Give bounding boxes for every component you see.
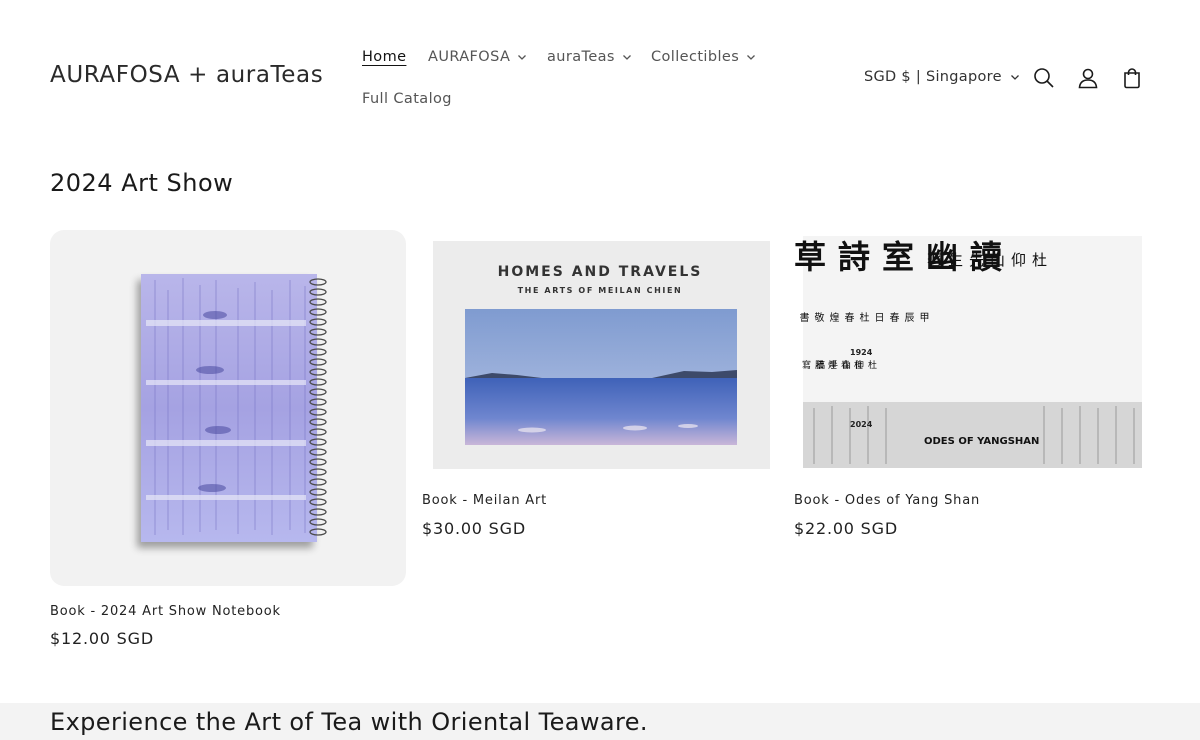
promo-banner: Experience the Art of Tea with Oriental …: [0, 703, 1200, 740]
product-title[interactable]: Book - Meilan Art: [422, 493, 547, 508]
chevron-down-icon: [622, 55, 631, 60]
nav-item-label: Full Catalog: [362, 91, 452, 107]
currency-selector[interactable]: SGD $ | Singapore: [864, 69, 1020, 85]
chevron-down-icon: [747, 55, 756, 60]
chevron-down-icon: [1010, 75, 1019, 80]
search-button[interactable]: [1030, 64, 1058, 92]
cover-chinese-small-a: 杜仰山手稿: [814, 360, 876, 369]
cover-year-end: 2024: [850, 420, 873, 429]
nav-item-label: Home: [362, 49, 407, 65]
nav-item-aurafosa[interactable]: AURAFOSA: [428, 49, 527, 65]
nav-item-collectibles[interactable]: Collectibles: [651, 49, 756, 65]
cover-chinese-small-b: 杜春煌謄寫: [800, 360, 862, 369]
cover-title: HOMES AND TRAVELS: [497, 264, 703, 280]
cart-button[interactable]: [1118, 64, 1146, 92]
notebook-cover-image: [141, 274, 327, 542]
nav-item-full-catalog[interactable]: Full Catalog: [362, 91, 452, 107]
product-price: $30.00 SGD: [422, 519, 526, 538]
section-title: 2024 Art Show: [50, 169, 234, 197]
nav-item-label: AURAFOSA: [428, 49, 511, 65]
nav-item-label: auraTeas: [547, 49, 615, 65]
search-icon: [1034, 68, 1054, 88]
product-title[interactable]: Book - 2024 Art Show Notebook: [50, 604, 281, 619]
nav-item-label: Collectibles: [651, 49, 740, 65]
nav-item-home[interactable]: Home: [362, 49, 406, 65]
product-title[interactable]: Book - Odes of Yang Shan: [794, 493, 980, 508]
account-icon: [1078, 68, 1098, 89]
product-price: $12.00 SGD: [50, 629, 154, 648]
cover-chinese-side-left: 甲辰春日杜春煌敬書: [797, 312, 928, 322]
cover-year-start: 1924: [850, 348, 873, 357]
cart-icon: [1124, 68, 1140, 89]
account-button[interactable]: [1074, 64, 1102, 92]
chevron-down-icon: [518, 55, 527, 60]
site-logo[interactable]: AURAFOSA + auraTeas: [50, 62, 323, 88]
site-header: AURAFOSA + auraTeas Home AURAFOSA auraTe…: [0, 0, 1200, 140]
currency-label: SGD $ | Singapore: [864, 69, 1002, 85]
cover-title: ODES OF YANGSHAN: [924, 436, 1040, 447]
banner-heading: Experience the Art of Tea with Oriental …: [50, 708, 648, 736]
product-image[interactable]: [50, 230, 406, 586]
cover-chinese-side-right: 杜仰山先生著: [925, 252, 1048, 267]
nav-item-auratea[interactable]: auraTeas: [547, 49, 632, 65]
product-price: $22.00 SGD: [794, 519, 898, 538]
cover-subtitle: THE ARTS OF MEILAN CHIEN: [517, 286, 683, 295]
